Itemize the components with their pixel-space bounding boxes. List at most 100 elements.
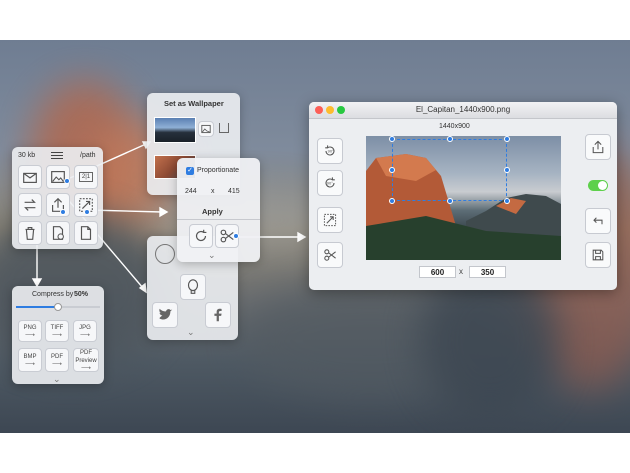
svg-text:90°: 90° (328, 149, 334, 154)
swap-button[interactable] (18, 193, 42, 217)
apply-button[interactable]: Apply (202, 207, 223, 216)
rotate-cw-icon: 90° (325, 177, 335, 188)
toolbar-panel: 30 kb /path 2|1 (12, 147, 103, 249)
window-titlebar: El_Capitan_1440x900.png (309, 102, 617, 119)
format-bmp-label: BMP (23, 353, 37, 360)
arrow-right-icon: ⟶ (24, 360, 36, 368)
connector-dot-scissors (233, 233, 239, 239)
facebook-icon (214, 308, 222, 322)
scissors-icon (324, 249, 336, 261)
path-label: /path (80, 152, 96, 159)
crop-handle[interactable] (504, 167, 510, 173)
crop-button[interactable] (317, 242, 343, 268)
document-button[interactable] (74, 221, 98, 245)
output-height-field[interactable]: 350 (469, 266, 506, 278)
editor-window: El_Capitan_1440x900.png 1440x900 90° 90°… (309, 102, 617, 290)
proportion-panel: ✓ Proportionate 244 x 415 Apply ⌄ (177, 158, 260, 262)
crop-handle[interactable] (389, 167, 395, 173)
format-tiff-button[interactable]: TIFF ⟶ (45, 320, 69, 342)
layout-2x1-button[interactable]: 2|1 (74, 165, 98, 189)
add-file-button[interactable] (46, 221, 70, 245)
format-jpg-label: JPG (79, 324, 91, 331)
share-button[interactable] (585, 134, 611, 160)
height-value[interactable]: 415 (228, 188, 240, 195)
crop-handle[interactable] (389, 198, 395, 204)
proportionate-checkbox[interactable]: ✓ (186, 167, 194, 175)
format-tiff-label: TIFF (50, 324, 64, 331)
arrow-right-icon: ⟶ (80, 364, 92, 372)
facebook-button[interactable] (205, 302, 231, 328)
divider (177, 219, 260, 220)
format-pdf-label: PDF (51, 353, 63, 360)
floppy-icon (592, 249, 604, 261)
image-icon (201, 124, 211, 134)
chevron-down-icon[interactable]: ⌄ (187, 328, 195, 337)
swap-arrows-icon (24, 199, 36, 211)
chevron-down-icon[interactable]: ⌄ (53, 375, 61, 384)
crop-handle[interactable] (504, 136, 510, 142)
compress-slider-fill (16, 306, 58, 308)
mail-icon (23, 172, 37, 183)
proportionate-label: Proportionate (197, 167, 240, 174)
image-preview[interactable] (366, 136, 561, 260)
save-button[interactable] (585, 242, 611, 268)
twitter-button[interactable] (152, 302, 178, 328)
crop-handle[interactable] (389, 136, 395, 142)
share-icon (592, 140, 604, 154)
share-button[interactable] (46, 193, 70, 217)
times-sign: x (459, 267, 463, 276)
trash-button[interactable] (18, 221, 42, 245)
connector-dot-share (60, 209, 66, 215)
crop-handle[interactable] (504, 198, 510, 204)
rotate-90-ccw-button[interactable]: 90° (317, 138, 343, 164)
crop-handle[interactable] (447, 136, 453, 142)
window-title: El_Capitan_1440x900.png (415, 105, 511, 114)
arrow-right-icon: ⟶ (79, 331, 91, 339)
rotate-90-cw-button[interactable]: 90° (317, 170, 343, 196)
resize-icon (323, 213, 337, 227)
svg-text:90°: 90° (327, 181, 333, 186)
compress-panel: Compress by 50% PNG ⟶ TIFF ⟶ JPG ⟶ BMP ⟶… (12, 286, 104, 384)
compress-slider-knob[interactable] (54, 303, 62, 311)
undo-button[interactable] (585, 208, 611, 234)
width-value[interactable]: 244 (185, 188, 197, 195)
image-button[interactable] (46, 165, 70, 189)
format-pdf-button[interactable]: PDF ⟶ (45, 348, 69, 372)
undo-arrow-icon (593, 217, 603, 225)
arrow-right-icon: ⟶ (51, 360, 63, 368)
twitter-icon (159, 308, 173, 320)
set-image-button[interactable] (198, 121, 214, 137)
output-width-field[interactable]: 600 (419, 266, 456, 278)
share-icon[interactable] (219, 123, 229, 133)
layout-2x1-badge: 2|1 (78, 172, 94, 182)
format-bmp-button[interactable]: BMP ⟶ (18, 348, 42, 372)
messages-icon[interactable] (155, 244, 175, 264)
wallpaper-thumbnail-1[interactable] (154, 117, 196, 143)
rotate-ccw-icon: 90° (325, 145, 335, 156)
trash-icon (25, 227, 35, 240)
format-pdf-preview-button[interactable]: PDF Preview ⟶ (73, 348, 99, 372)
format-jpg-button[interactable]: JPG ⟶ (73, 320, 97, 342)
connector-dot-image (64, 178, 70, 184)
rotate-button[interactable] (189, 224, 213, 248)
rotate-icon (195, 229, 207, 242)
times-sign: x (211, 188, 215, 195)
resize-button[interactable] (317, 207, 343, 233)
document-icon (80, 226, 92, 240)
compress-slider[interactable] (16, 303, 100, 311)
connector-dot-resize (84, 209, 90, 215)
crop-handle[interactable] (447, 198, 453, 204)
compress-label: Compress by (32, 291, 74, 298)
chevron-down-icon[interactable]: ⌄ (208, 251, 216, 260)
mail-button[interactable] (18, 165, 42, 189)
compress-percent: 50% (74, 291, 89, 298)
hamburger-icon[interactable] (51, 152, 63, 159)
add-file-icon (52, 226, 64, 240)
toggle-switch[interactable] (588, 180, 608, 191)
crop-selection[interactable] (392, 139, 507, 201)
format-pdf-preview-label: PDF Preview (75, 349, 97, 364)
image-resolution-label: 1440x900 (439, 123, 470, 130)
file-size-label: 30 kb (18, 152, 36, 159)
airdrop-button[interactable] (180, 274, 206, 300)
format-png-button[interactable]: PNG ⟶ (18, 320, 42, 342)
